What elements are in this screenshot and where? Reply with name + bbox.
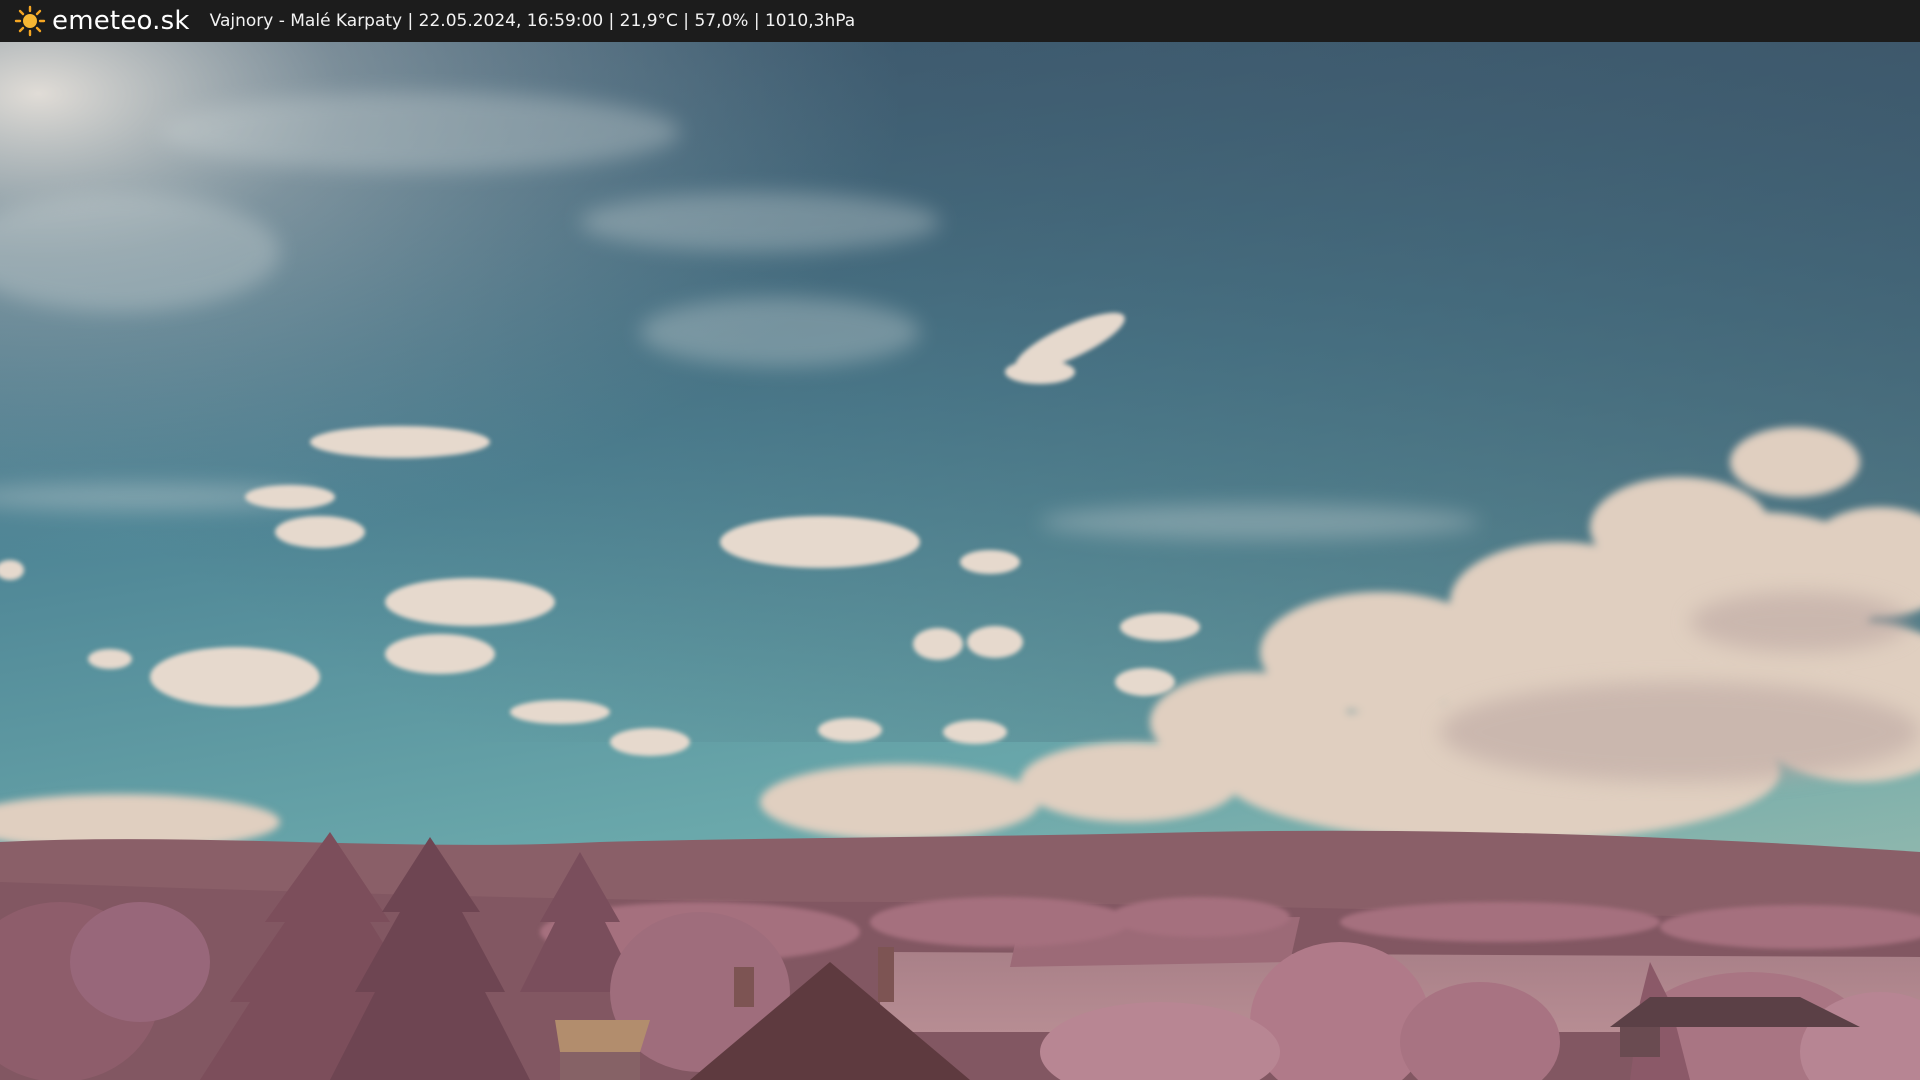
emeteo-logo[interactable]: emeteo.sk	[14, 0, 190, 42]
sun-icon	[14, 5, 46, 37]
webcam-image	[0, 42, 1920, 1080]
station-info: Vajnory - Malé Karpaty | 22.05.2024, 16:…	[209, 11, 856, 31]
logo-text: emeteo.sk	[52, 6, 190, 36]
top-bar: emeteo.sk Vajnory - Malé Karpaty | 22.05…	[0, 0, 1920, 42]
